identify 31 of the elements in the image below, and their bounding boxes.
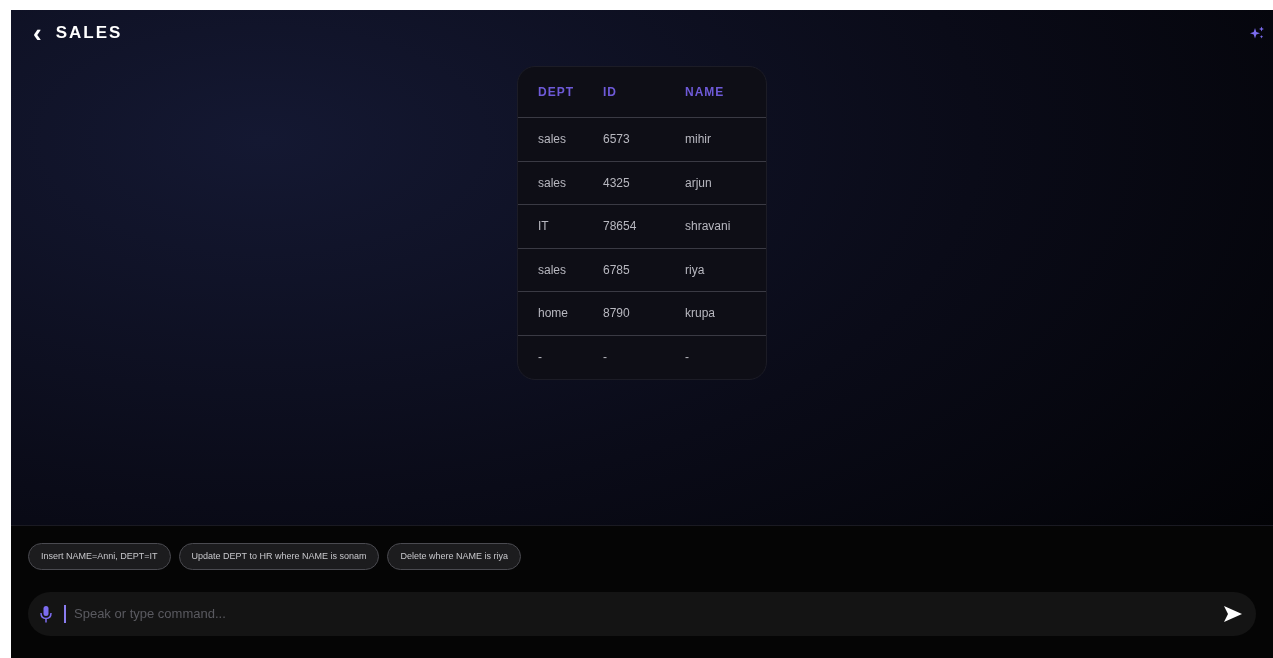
table-cell-text: sales — [537, 261, 567, 279]
table-cell-text: sales — [537, 174, 567, 192]
sparkle-icon[interactable] — [1249, 25, 1265, 41]
microphone-icon[interactable] — [40, 605, 52, 623]
table-cell-text: riya — [684, 261, 705, 279]
table-cell-text: home — [537, 305, 570, 323]
table-cell-text: 6785 — [602, 261, 631, 279]
back-button[interactable]: ‹ — [33, 20, 42, 46]
suggestion-chip[interactable]: Update DEPT to HR where NAME is sonam — [178, 543, 380, 570]
table-cell-text: sales — [537, 131, 567, 149]
table-cell-text: - — [684, 349, 689, 367]
command-field[interactable]: Speak or type command... — [28, 592, 1256, 636]
table-cell-text: 6573 — [602, 131, 631, 149]
table-cell-text: arjun — [684, 174, 712, 192]
command-input[interactable]: Speak or type command... — [74, 604, 1216, 624]
table-cell-text: mihir — [684, 131, 711, 149]
table-cell-text: - — [602, 349, 608, 367]
send-icon[interactable] — [1224, 606, 1242, 622]
column-header: ID — [602, 84, 618, 101]
table-cell-text: IT — [537, 218, 550, 236]
table-cell-text: - — [537, 349, 543, 367]
suggestion-chip[interactable]: Delete where NAME is riya — [387, 543, 521, 570]
suggestion-chip[interactable]: Insert NAME=Anni, DEPT=IT — [28, 543, 171, 570]
table-cell-text: 78654 — [602, 218, 638, 236]
table-cell-text: krupa — [684, 305, 716, 323]
column-header: DEPT — [537, 84, 575, 101]
table-cell-text: shravani — [684, 218, 731, 236]
table-cell-text: 4325 — [602, 174, 631, 192]
column-header: NAME — [684, 84, 725, 101]
table-cell-text: 8790 — [602, 305, 631, 323]
page-title: SALES — [55, 22, 123, 45]
